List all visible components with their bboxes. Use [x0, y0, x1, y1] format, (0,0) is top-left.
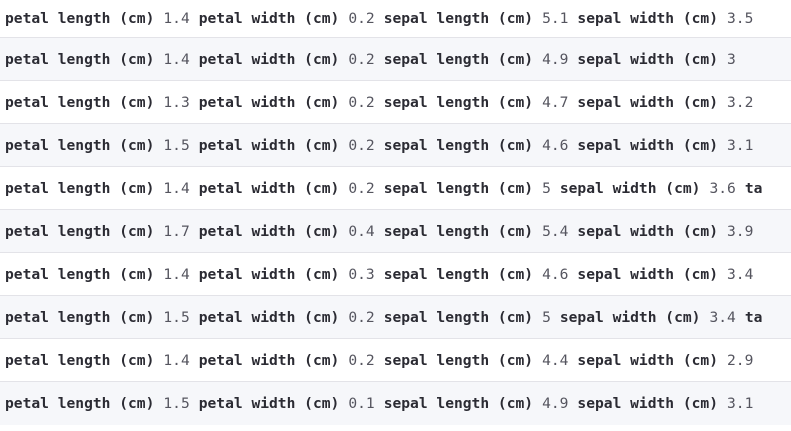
petal-width-key: petal width (cm) — [198, 351, 340, 369]
sepal-width-value: 3 — [727, 50, 736, 68]
list-item[interactable]: petal length (cm) 1.5 petal width (cm) 0.2 s… — [0, 124, 791, 167]
sepal-length-value: 4.9 — [542, 395, 569, 412]
sepal-width-value: 3.2 — [727, 93, 754, 111]
sepal-length-key: sepal length (cm) — [383, 10, 534, 27]
petal-width-value: 0.2 — [348, 136, 375, 154]
petal-width-key: petal width (cm) — [198, 136, 340, 154]
petal-width-value: 0.2 — [348, 10, 375, 27]
petal-width-key: petal width (cm) — [198, 395, 340, 412]
petal-width-key: petal width (cm) — [198, 50, 340, 68]
sepal-width-value: 3.1 — [727, 395, 754, 412]
petal-width-value: 0.2 — [348, 308, 375, 326]
sepal-width-value: 3.5 — [727, 10, 754, 27]
sepal-length-value: 4.6 — [542, 265, 569, 283]
petal-length-key: petal length (cm) — [5, 50, 155, 68]
petal-length-key: petal length (cm) — [5, 136, 155, 154]
sepal-width-key: sepal width (cm) — [577, 10, 719, 27]
petal-length-value: 1.3 — [163, 93, 190, 111]
sepal-length-value: 5 — [542, 179, 551, 197]
sepal-length-value: 5.4 — [542, 222, 569, 240]
petal-width-key: petal width (cm) — [198, 265, 340, 283]
sepal-width-key: sepal width (cm) — [577, 136, 719, 154]
petal-length-value: 1.5 — [163, 395, 190, 412]
sepal-width-value: 3.9 — [727, 222, 754, 240]
sepal-width-key: sepal width (cm) — [559, 308, 701, 326]
petal-width-value: 0.2 — [348, 351, 375, 369]
list-item[interactable]: petal length (cm) 1.4 petal width (cm) 0.2 s… — [0, 339, 791, 382]
petal-width-key: petal width (cm) — [198, 222, 340, 240]
sepal-length-value: 5.1 — [542, 10, 569, 27]
petal-length-value: 1.4 — [163, 10, 190, 27]
petal-length-value: 1.5 — [163, 308, 190, 326]
list-item[interactable]: petal length (cm) 1.5 petal width (cm) 0.2 s… — [0, 296, 791, 339]
sepal-width-value: 3.1 — [727, 136, 754, 154]
list-item[interactable]: petal length (cm) 1.4 petal width (cm) 0.2 s… — [0, 167, 791, 210]
petal-length-key: petal length (cm) — [5, 308, 155, 326]
list-item[interactable]: petal length (cm) 1.3 petal width (cm) 0.2 s… — [0, 81, 791, 124]
petal-length-value: 1.5 — [163, 136, 190, 154]
sepal-length-key: sepal length (cm) — [383, 351, 534, 369]
sepal-length-value: 4.9 — [542, 50, 569, 68]
sepal-width-key: sepal width (cm) — [577, 222, 719, 240]
list-item[interactable]: petal length (cm) 1.7 petal width (cm) 0.4 s… — [0, 210, 791, 253]
petal-width-key: petal width (cm) — [198, 93, 340, 111]
sepal-width-value: 3.4 — [727, 265, 754, 283]
petal-width-value: 0.2 — [348, 50, 375, 68]
sepal-width-value: 2.9 — [727, 351, 754, 369]
petal-length-key: petal length (cm) — [5, 93, 155, 111]
petal-length-value: 1.7 — [163, 222, 190, 240]
list-item[interactable]: petal length (cm) 1.4 petal width (cm) 0.2 s… — [0, 0, 791, 38]
petal-width-value: 0.2 — [348, 179, 375, 197]
petal-width-key: petal width (cm) — [198, 179, 340, 197]
list-item[interactable]: petal length (cm) 1.4 petal width (cm) 0.2 s… — [0, 38, 791, 81]
sepal-width-key: sepal width (cm) — [577, 265, 719, 283]
petal-width-value: 0.3 — [348, 265, 375, 283]
petal-width-value: 0.4 — [348, 222, 375, 240]
sepal-width-value: 3.4 — [709, 308, 736, 326]
sepal-width-key: sepal width (cm) — [577, 50, 719, 68]
sepal-length-key: sepal length (cm) — [383, 93, 534, 111]
sepal-width-value: 3.6 — [709, 179, 736, 197]
petal-length-key: petal length (cm) — [5, 351, 155, 369]
petal-length-key: petal length (cm) — [5, 10, 155, 27]
petal-length-value: 1.4 — [163, 179, 190, 197]
petal-length-value: 1.4 — [163, 265, 190, 283]
petal-width-value: 0.2 — [348, 93, 375, 111]
petal-length-key: petal length (cm) — [5, 179, 155, 197]
sepal-width-key: sepal width (cm) — [577, 351, 719, 369]
sepal-width-key: sepal width (cm) — [577, 395, 719, 412]
list-item[interactable]: petal length (cm) 1.4 petal width (cm) 0.3 s… — [0, 253, 791, 296]
sepal-width-key: sepal width (cm) — [559, 179, 701, 197]
petal-width-key: petal width (cm) — [198, 308, 340, 326]
sepal-length-key: sepal length (cm) — [383, 136, 534, 154]
sepal-length-key: sepal length (cm) — [383, 265, 534, 283]
sepal-length-value: 4.7 — [542, 93, 569, 111]
sepal-length-key: sepal length (cm) — [383, 395, 534, 412]
petal-width-value: 0.1 — [348, 395, 375, 412]
sepal-length-value: 4.6 — [542, 136, 569, 154]
sepal-length-key: sepal length (cm) — [383, 179, 534, 197]
sepal-length-value: 5 — [542, 308, 551, 326]
sepal-length-key: sepal length (cm) — [383, 222, 534, 240]
sepal-length-key: sepal length (cm) — [383, 50, 534, 68]
records-list: petal length (cm) 1.4 petal width (cm) 0.2 s… — [0, 0, 791, 431]
list-item[interactable]: petal length (cm) 1.5 petal width (cm) 0.1 s… — [0, 382, 791, 425]
petal-length-key: petal length (cm) — [5, 395, 155, 412]
petal-length-value: 1.4 — [163, 351, 190, 369]
petal-length-value: 1.4 — [163, 50, 190, 68]
sepal-width-key: sepal width (cm) — [577, 93, 719, 111]
target-key-truncated: ta — [744, 308, 763, 326]
petal-length-key: petal length (cm) — [5, 265, 155, 283]
target-key-truncated: ta — [744, 179, 763, 197]
petal-length-key: petal length (cm) — [5, 222, 155, 240]
petal-width-key: petal width (cm) — [198, 10, 340, 27]
sepal-length-value: 4.4 — [542, 351, 569, 369]
sepal-length-key: sepal length (cm) — [383, 308, 534, 326]
